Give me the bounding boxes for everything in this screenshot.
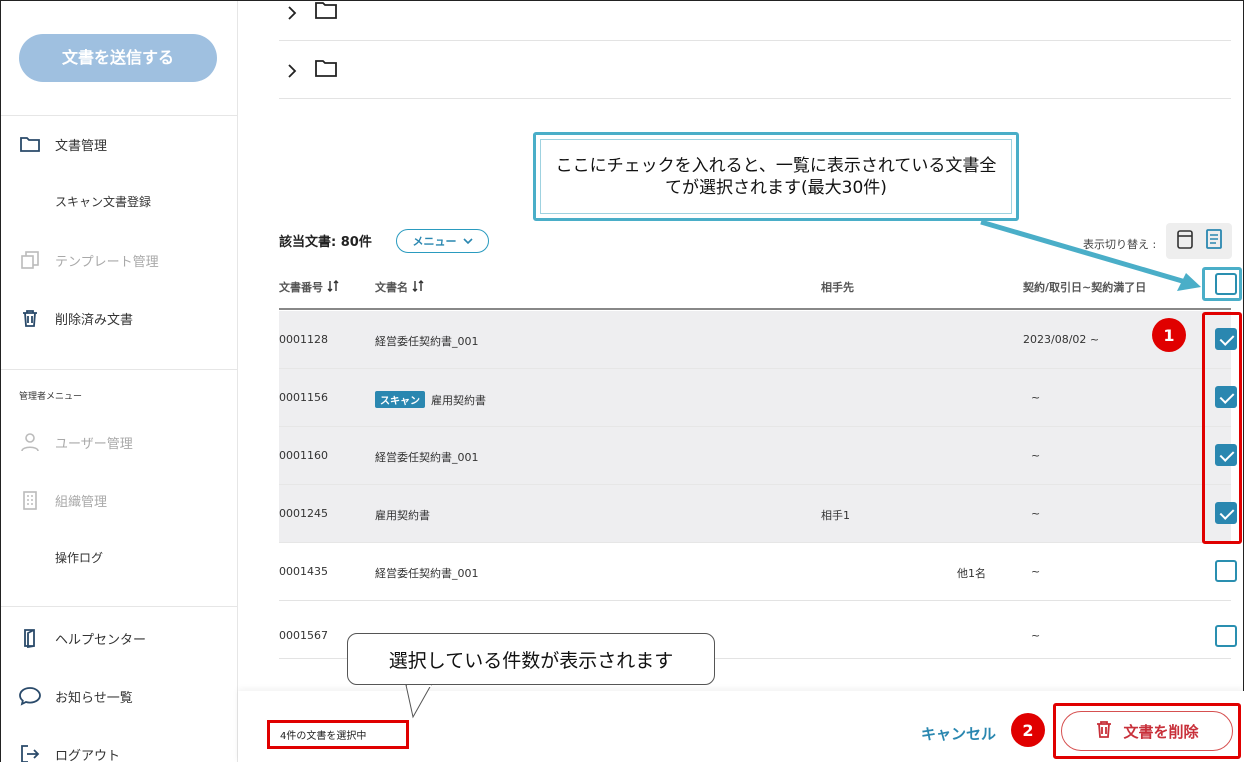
chevron-right-icon[interactable] bbox=[285, 63, 299, 78]
send-document-button[interactable]: 文書を送信する bbox=[19, 34, 217, 82]
scan-tag: スキャン bbox=[375, 391, 425, 408]
trash-icon bbox=[1095, 719, 1113, 743]
list-view-icon[interactable] bbox=[1204, 228, 1224, 254]
sort-icon[interactable] bbox=[327, 279, 339, 295]
column-date: 契約/取引日~契約満了日 bbox=[1023, 281, 1147, 294]
table-row[interactable]: 0001156 スキャン 雇用契約書 ~ bbox=[279, 369, 1231, 427]
select-all-callout: ここにチェックを入れると、一覧に表示されている文書全てが選択されます(最大30件… bbox=[533, 132, 1019, 221]
column-doc-no[interactable]: 文書番号 bbox=[279, 279, 339, 295]
table-header: 文書番号 文書名 相手先 契約/取引日~契約満了日 bbox=[279, 269, 1231, 310]
folder-row[interactable] bbox=[279, 0, 1231, 41]
selected-rows-highlight bbox=[1202, 312, 1242, 544]
sidebar-item-document-management[interactable]: 文書管理 bbox=[19, 129, 107, 159]
sidebar-item-logout[interactable]: ログアウト bbox=[19, 739, 120, 762]
sidebar-item-label: ログアウト bbox=[55, 748, 121, 762]
sidebar-divider bbox=[1, 115, 238, 116]
sidebar-item-template-management[interactable]: テンプレート管理 bbox=[19, 245, 159, 275]
view-toggle bbox=[1166, 223, 1232, 259]
step-badge-1: 1 bbox=[1152, 318, 1186, 352]
folder-row[interactable] bbox=[279, 41, 1231, 99]
menu-dropdown[interactable]: メニュー bbox=[396, 229, 489, 253]
chevron-right-icon[interactable] bbox=[285, 5, 299, 20]
folder-icon bbox=[315, 59, 337, 81]
card-view-icon[interactable] bbox=[1175, 228, 1195, 254]
sidebar-item-deleted-documents[interactable]: 削除済み文書 bbox=[19, 303, 133, 333]
cancel-button[interactable]: キャンセル bbox=[921, 723, 996, 744]
sidebar-item-organization-management[interactable]: 組織管理 bbox=[19, 485, 107, 515]
chevron-down-icon bbox=[462, 235, 473, 248]
menu-label: メニュー bbox=[412, 235, 457, 248]
sidebar-item-label: 文書管理 bbox=[55, 138, 108, 154]
template-icon bbox=[19, 249, 41, 271]
table-row[interactable]: 0001245 雇用契約書 相手1 ~ bbox=[279, 485, 1231, 543]
view-switch-label: 表示切り替え : bbox=[1083, 238, 1157, 251]
sidebar: 文書を送信する 文書管理 スキャン文書登録 テンプレート管理 削除済み文書 管理… bbox=[1, 1, 238, 762]
table-row[interactable]: 0001160 経営委任契約書_001 ~ bbox=[279, 427, 1231, 485]
folder-icon bbox=[19, 133, 41, 155]
folder-icon bbox=[315, 1, 337, 23]
step-badge-2: 2 bbox=[1011, 713, 1045, 747]
admin-section-label: 管理者メニュー bbox=[19, 392, 83, 402]
sidebar-item-user-management[interactable]: ユーザー管理 bbox=[19, 427, 133, 457]
logout-icon bbox=[19, 743, 41, 762]
sidebar-divider bbox=[1, 369, 238, 370]
sidebar-item-help-center[interactable]: ヘルプセンター bbox=[19, 623, 146, 653]
column-doc-name[interactable]: 文書名 bbox=[375, 279, 424, 295]
matching-document-count: 該当文書: 80件 bbox=[279, 235, 372, 250]
user-icon bbox=[19, 431, 41, 453]
count-callout: 選択している件数が表示されます bbox=[347, 633, 715, 685]
sidebar-item-label: ユーザー管理 bbox=[55, 436, 133, 452]
sidebar-item-notices[interactable]: お知らせ一覧 bbox=[19, 681, 133, 711]
sidebar-item-label: テンプレート管理 bbox=[55, 254, 159, 270]
table-row[interactable]: 0001435 経営委任契約書_001 他1名 ~ bbox=[279, 543, 1231, 601]
sidebar-item-label: 組織管理 bbox=[55, 494, 108, 510]
table-row[interactable]: 0001128 経営委任契約書_001 2023/08/02 ~ bbox=[279, 311, 1231, 369]
sort-icon[interactable] bbox=[412, 279, 424, 295]
sidebar-item-label: ヘルプセンター bbox=[55, 632, 147, 648]
sidebar-item-scan-registration[interactable]: スキャン文書登録 bbox=[55, 186, 151, 216]
building-icon bbox=[19, 489, 41, 511]
row-checkbox[interactable] bbox=[1215, 560, 1237, 582]
row-checkbox[interactable] bbox=[1215, 625, 1237, 647]
trash-icon bbox=[19, 307, 41, 329]
selected-count-label: 4件の文書を選択中 bbox=[267, 720, 409, 749]
chat-bubble-icon bbox=[19, 685, 41, 707]
column-partner: 相手先 bbox=[821, 281, 854, 294]
delete-highlight: 文書を削除 bbox=[1053, 703, 1241, 759]
sidebar-item-label: 削除済み文書 bbox=[55, 312, 134, 328]
book-icon bbox=[19, 627, 41, 649]
sidebar-divider bbox=[1, 606, 238, 607]
sidebar-item-operation-log[interactable]: 操作ログ bbox=[55, 542, 103, 572]
select-all-highlight bbox=[1202, 267, 1242, 301]
sidebar-item-label: お知らせ一覧 bbox=[55, 690, 133, 706]
delete-label: 文書を削除 bbox=[1123, 722, 1199, 741]
delete-document-button[interactable]: 文書を削除 bbox=[1061, 711, 1233, 751]
